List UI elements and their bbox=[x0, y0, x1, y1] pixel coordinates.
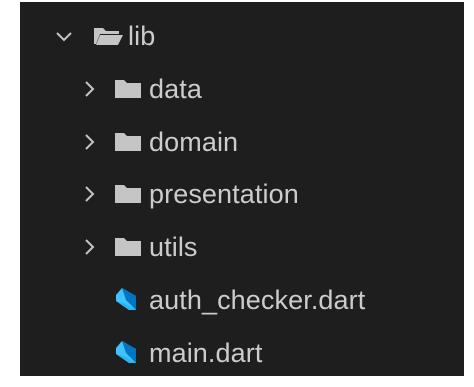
folder-icon bbox=[113, 233, 149, 261]
tree-item-label: domain bbox=[149, 127, 239, 157]
tree-item-main-dart[interactable]: main.dart bbox=[20, 329, 464, 376]
tree-item-auth-checker-dart[interactable]: auth_checker.dart bbox=[20, 276, 464, 324]
tree-item-utils[interactable]: utils bbox=[20, 223, 464, 271]
dart-file-icon bbox=[113, 286, 149, 314]
tree-item-label: utils bbox=[149, 232, 198, 262]
tree-item-data[interactable]: data bbox=[20, 65, 464, 113]
tree-item-domain[interactable]: domain bbox=[20, 118, 464, 166]
dart-file-icon bbox=[113, 339, 149, 367]
tree-item-lib[interactable]: lib bbox=[20, 12, 464, 60]
folder-icon bbox=[113, 75, 149, 103]
chevron-right-icon[interactable] bbox=[77, 130, 101, 154]
chevron-right-icon[interactable] bbox=[77, 77, 101, 101]
folder-icon bbox=[113, 128, 149, 156]
tree-item-label: presentation bbox=[149, 179, 299, 209]
tree-item-label: main.dart bbox=[149, 338, 263, 368]
chevron-down-icon[interactable] bbox=[52, 24, 76, 48]
tree-item-label: auth_checker.dart bbox=[149, 285, 366, 315]
tree-item-presentation[interactable]: presentation bbox=[20, 170, 464, 218]
folder-icon bbox=[113, 180, 149, 208]
folder-open-icon bbox=[92, 22, 128, 50]
chevron-right-icon[interactable] bbox=[77, 235, 101, 259]
tree-item-label: lib bbox=[128, 21, 156, 51]
tree-item-label: data bbox=[149, 74, 202, 104]
chevron-right-icon[interactable] bbox=[77, 182, 101, 206]
explorer-tree: lib data domain presentation utils auth_… bbox=[20, 2, 464, 376]
